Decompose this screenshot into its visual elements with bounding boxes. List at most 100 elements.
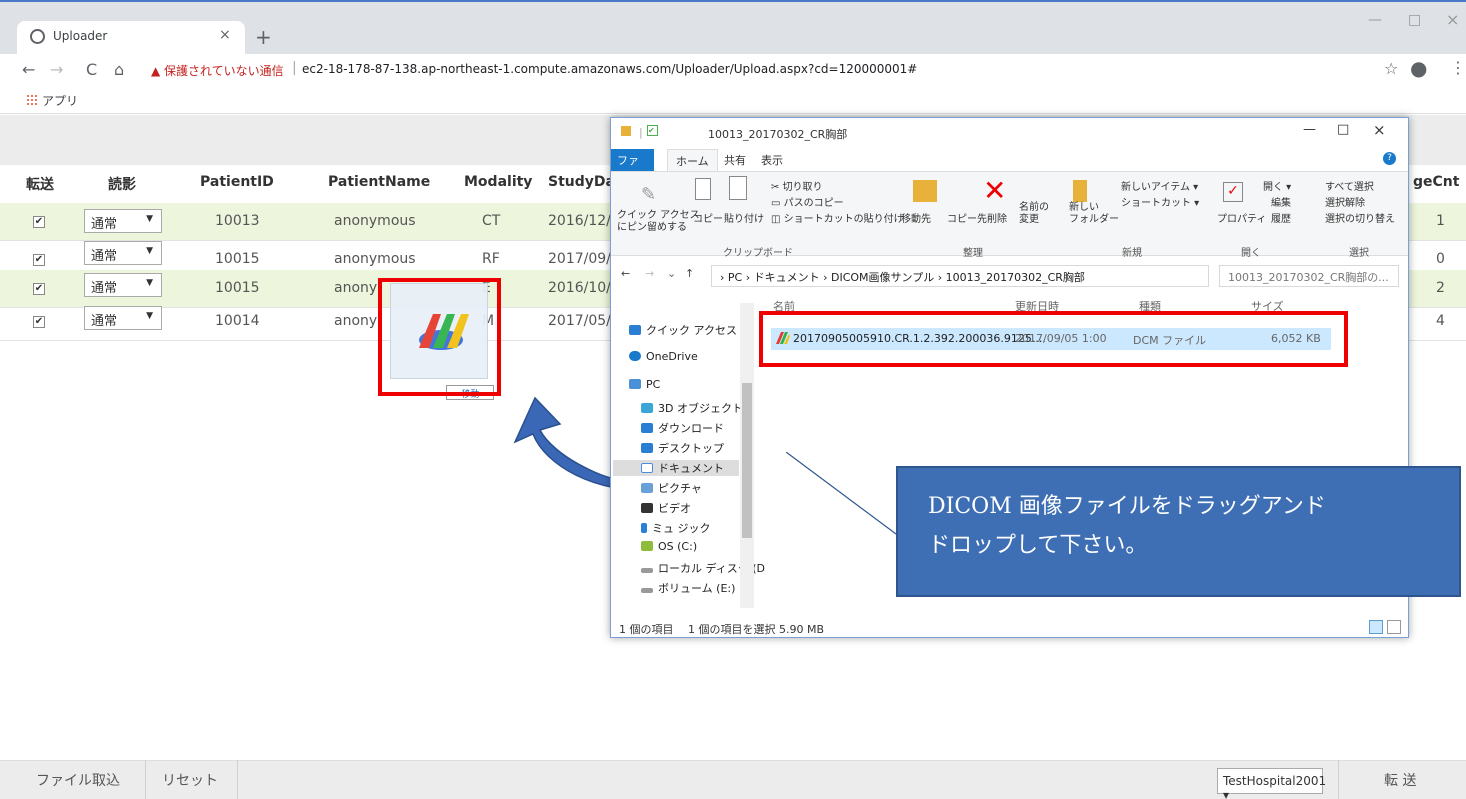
col-reading: 読影 (108, 177, 136, 193)
nav-item-onedrive[interactable]: OneDrive (629, 350, 698, 363)
new-folder-button[interactable]: 新しい フォルダー (1069, 202, 1119, 226)
select-none-button[interactable]: 選択解除 (1325, 194, 1365, 209)
explorer-title: 10013_20170302_CR胸部 (708, 128, 848, 141)
maximize-button[interactable]: □ (1408, 12, 1421, 28)
chevron-down-icon: ▼ (146, 278, 153, 288)
desktop-icon (641, 443, 653, 453)
paste-shortcut-button[interactable]: ◫ ショートカットの貼り付け (771, 210, 904, 225)
nav-label: デスクトップ (658, 442, 724, 455)
select-all-button[interactable]: すべて選択 (1325, 178, 1374, 193)
transfer-checkbox[interactable]: ✔ (33, 216, 45, 228)
new-tab-button[interactable]: + (255, 25, 272, 49)
delete-button[interactable]: 削除 (987, 210, 1007, 225)
properties-icon: ✓ (1223, 182, 1243, 202)
send-button[interactable]: 転 送 (1384, 760, 1416, 799)
patient-name: anonymous (334, 213, 416, 229)
large-icons-view-icon[interactable] (1387, 620, 1401, 634)
picture-icon (641, 483, 653, 493)
rename-button[interactable]: 名前の 変更 (1019, 202, 1049, 226)
history-button[interactable]: 履歴 (1271, 210, 1291, 225)
bookmarks-bar (0, 86, 1466, 114)
explorer-minimize[interactable]: — (1303, 122, 1316, 137)
import-file-button[interactable]: ファイル取込 (36, 760, 120, 799)
nav-item-volume-e[interactable]: ボリューム (E:) (641, 580, 735, 596)
patient-name: anony (334, 280, 378, 296)
nav-item-music[interactable]: ミュ ジック (641, 520, 711, 536)
pin-quick-access-button[interactable]: クイック アクセス にピン留めする (617, 210, 700, 234)
nav-item-os-c[interactable]: OS (C:) (641, 540, 697, 553)
reset-button[interactable]: リセット (162, 760, 218, 799)
nav-item-pc[interactable]: PC (629, 378, 660, 391)
quick-access-check-icon[interactable]: ✔ (647, 125, 658, 136)
back-icon[interactable]: ← (22, 60, 35, 79)
explorer-close[interactable]: × (1373, 121, 1386, 139)
browser-tab[interactable]: Uploader × (17, 21, 245, 54)
reload-icon[interactable]: C (86, 60, 97, 79)
url-text[interactable]: ec2-18-178-87-138.ap-northeast-1.compute… (302, 62, 917, 76)
properties-button[interactable]: プロパティ (1217, 210, 1266, 225)
new-item-button[interactable]: 新しいアイテム ▾ (1121, 178, 1198, 193)
transfer-checkbox[interactable]: ✔ (33, 254, 45, 266)
tab-file[interactable]: ファイル (611, 149, 654, 183)
open-button[interactable]: 開く ▾ (1263, 178, 1291, 193)
forward-arrow-icon[interactable]: → (645, 267, 654, 280)
chevron-down-icon: ▼ (146, 246, 153, 256)
copy-button[interactable]: コピー (693, 210, 723, 225)
menu-icon[interactable]: ⋮ (1450, 58, 1466, 77)
apps-shortcut[interactable]: アプリ (26, 92, 78, 109)
cube-icon (641, 403, 653, 413)
easy-access-button[interactable]: ショートカット ▾ (1121, 194, 1199, 209)
close-window-button[interactable]: × (1446, 10, 1459, 29)
back-arrow-icon[interactable]: ← (621, 267, 630, 280)
copy-path-button[interactable]: ▭ パスのコピー (771, 194, 844, 209)
tab-home[interactable]: ホーム (667, 149, 718, 171)
search-field[interactable]: 10013_20170302_CR胸部の... (1219, 265, 1399, 287)
account-icon[interactable]: ● (1410, 56, 1427, 80)
edit-button[interactable]: 編集 (1271, 194, 1291, 209)
minimize-button[interactable]: — (1368, 12, 1382, 28)
tab-view[interactable]: 表示 (761, 152, 783, 168)
path-field[interactable]: › PC › ドキュメント › DICOM画像サンプル › 10013_2017… (711, 265, 1209, 287)
patient-name: anonymous (334, 251, 416, 267)
tab-close-icon[interactable]: × (219, 27, 231, 43)
security-warning[interactable]: ▲ 保護されていない通信 (151, 62, 284, 79)
home-icon[interactable]: ⌂ (114, 60, 124, 79)
pin-icon: ✎ (641, 184, 657, 205)
nav-item-3d[interactable]: 3D オブジェクト (641, 400, 743, 416)
bookmark-star-icon[interactable]: ☆ (1384, 59, 1398, 78)
nav-item-desktop[interactable]: デスクトップ (641, 440, 724, 456)
hospital-select[interactable]: TestHospital2001 ▾ (1217, 768, 1326, 799)
drive-icon (641, 541, 653, 551)
cut-button[interactable]: ✂ 切り取り (771, 178, 823, 193)
col-patientname: PatientName (328, 174, 431, 190)
nav-item-documents[interactable]: ドキュメント (613, 460, 739, 476)
paste-button[interactable]: 貼り付け (724, 210, 764, 225)
nav-item-downloads[interactable]: ダウンロード (641, 420, 724, 436)
tab-share[interactable]: 共有 (724, 152, 746, 168)
reading-select[interactable]: 通常 ▼ (84, 306, 162, 330)
document-icon (641, 463, 653, 473)
move-to-button[interactable]: 移動先 (901, 210, 931, 225)
help-icon[interactable]: ? (1383, 152, 1396, 165)
drive-icon (641, 568, 653, 573)
nav-scroll-thumb[interactable] (742, 383, 752, 538)
copy-to-button[interactable]: コピー先 (947, 210, 987, 225)
up-arrow-icon[interactable]: ↑ (685, 267, 694, 280)
invert-selection-button[interactable]: 選択の切り替え (1325, 210, 1395, 225)
transfer-checkbox[interactable]: ✔ (33, 283, 45, 295)
explorer-maximize[interactable]: □ (1337, 122, 1349, 137)
nav-item-pictures[interactable]: ピクチャ (641, 480, 702, 496)
transfer-checkbox[interactable]: ✔ (33, 316, 45, 328)
nav-item-quick-access[interactable]: クイック アクセス (629, 322, 737, 338)
reading-select[interactable]: 通常 ▼ (84, 209, 162, 233)
reading-select[interactable]: 通常 ▼ (84, 273, 162, 297)
delete-icon: ✕ (983, 174, 1007, 207)
reading-select[interactable]: 通常 ▼ (84, 241, 162, 265)
recent-chevron-icon[interactable]: ⌄ (667, 267, 676, 280)
drive-icon (641, 588, 653, 593)
details-view-icon[interactable] (1369, 620, 1383, 634)
forward-icon[interactable]: → (50, 60, 63, 79)
col-patientid: PatientID (200, 174, 274, 190)
status-bar: 1 個の項目 1 個の項目を選択 5.90 MB (611, 618, 1408, 638)
nav-item-videos[interactable]: ビデオ (641, 500, 691, 516)
